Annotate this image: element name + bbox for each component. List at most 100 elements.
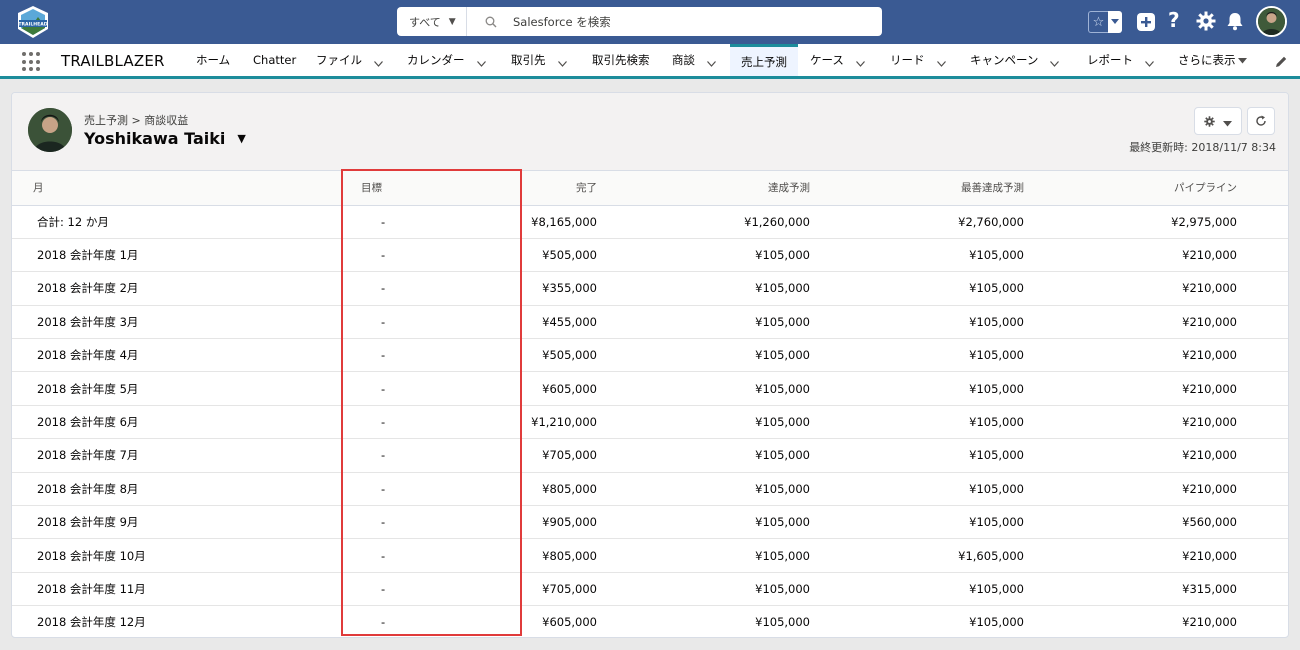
cell-pipeline[interactable]: ¥315,000 (1024, 572, 1237, 607)
column-header-quota[interactable]: 目標 (341, 171, 521, 206)
cell-commit[interactable]: ¥105,000 (597, 438, 810, 473)
table-row[interactable]: 2018 会計年度 6月 - ¥1,210,000 ¥105,000 ¥105,… (12, 405, 1288, 440)
cell-best-case[interactable]: ¥2,760,000 (810, 205, 1024, 239)
chevron-down-icon[interactable] (557, 56, 567, 67)
table-row[interactable]: 2018 会計年度 4月 - ¥505,000 ¥105,000 ¥105,00… (12, 338, 1288, 373)
favorites-menu-button[interactable] (1108, 11, 1122, 33)
cell-month[interactable]: 2018 会計年度 1月 (12, 238, 341, 273)
nav-item-accounts[interactable]: 取引先 (511, 44, 567, 76)
cell-closed[interactable]: ¥805,000 (521, 472, 597, 507)
cell-best-case[interactable]: ¥105,000 (810, 305, 1024, 340)
cell-commit[interactable]: ¥105,000 (597, 405, 810, 440)
cell-month[interactable]: 2018 会計年度 12月 (12, 605, 341, 637)
user-avatar[interactable] (1256, 6, 1287, 37)
search-input[interactable]: Salesforce を検索 (513, 14, 611, 30)
cell-closed[interactable]: ¥8,165,000 (521, 205, 597, 239)
forecast-owner-selector[interactable]: Yoshikawa Taiki ▼ (84, 129, 246, 148)
cell-month[interactable]: 2018 会計年度 4月 (12, 338, 341, 373)
cell-month[interactable]: 2018 会計年度 2月 (12, 271, 341, 306)
cell-quota[interactable]: - (341, 438, 521, 473)
nav-item-cases[interactable]: ケース (810, 44, 865, 76)
cell-closed[interactable]: ¥505,000 (521, 338, 597, 373)
cell-quota[interactable]: - (341, 505, 521, 540)
cell-best-case[interactable]: ¥105,000 (810, 405, 1024, 440)
table-row[interactable]: 2018 会計年度 9月 - ¥905,000 ¥105,000 ¥105,00… (12, 505, 1288, 540)
table-row[interactable]: 2018 会計年度 2月 - ¥355,000 ¥105,000 ¥105,00… (12, 271, 1288, 306)
table-row[interactable]: 2018 会計年度 8月 - ¥805,000 ¥105,000 ¥105,00… (12, 472, 1288, 507)
cell-closed[interactable]: ¥355,000 (521, 271, 597, 306)
cell-commit[interactable]: ¥105,000 (597, 338, 810, 373)
cell-pipeline[interactable]: ¥210,000 (1024, 472, 1237, 507)
cell-closed[interactable]: ¥705,000 (521, 572, 597, 607)
table-row[interactable]: 2018 会計年度 5月 - ¥605,000 ¥105,000 ¥105,00… (12, 371, 1288, 406)
nav-item-opportunities[interactable]: 商談 (672, 44, 716, 76)
table-row[interactable]: 2018 会計年度 7月 - ¥705,000 ¥105,000 ¥105,00… (12, 438, 1288, 473)
column-header-pipeline[interactable]: パイプライン (1024, 171, 1237, 206)
table-row[interactable]: 2018 会計年度 12月 - ¥605,000 ¥105,000 ¥105,0… (12, 605, 1288, 637)
cell-closed[interactable]: ¥505,000 (521, 238, 597, 273)
column-header-month[interactable]: 月 (12, 171, 341, 206)
cell-month[interactable]: 2018 会計年度 3月 (12, 305, 341, 340)
table-row[interactable]: 2018 会計年度 11月 - ¥705,000 ¥105,000 ¥105,0… (12, 572, 1288, 607)
cell-pipeline[interactable]: ¥210,000 (1024, 305, 1237, 340)
cell-closed[interactable]: ¥805,000 (521, 538, 597, 573)
cell-month[interactable]: 2018 会計年度 11月 (12, 572, 341, 607)
trailhead-logo[interactable]: TRAILHEAD (14, 4, 52, 40)
chevron-down-icon[interactable] (936, 56, 946, 67)
chevron-down-icon[interactable] (707, 56, 716, 67)
nav-item-chatter[interactable]: Chatter (253, 44, 296, 76)
search-scope-dropdown[interactable]: すべて ▼ (397, 7, 467, 36)
cell-closed[interactable]: ¥605,000 (521, 371, 597, 406)
cell-closed[interactable]: ¥455,000 (521, 305, 597, 340)
cell-commit[interactable]: ¥105,000 (597, 572, 810, 607)
column-header-commit[interactable]: 達成予測 (597, 171, 810, 206)
caret-down-icon[interactable]: ▼ (237, 132, 245, 145)
cell-commit[interactable]: ¥105,000 (597, 472, 810, 507)
cell-best-case[interactable]: ¥105,000 (810, 572, 1024, 607)
gear-icon[interactable] (1196, 11, 1216, 35)
forecast-settings-button[interactable] (1194, 107, 1242, 135)
cell-best-case[interactable]: ¥105,000 (810, 371, 1024, 406)
column-header-best-case[interactable]: 最善達成予測 (810, 171, 1024, 206)
cell-quota[interactable]: - (341, 205, 521, 239)
nav-item-calendar[interactable]: カレンダー (407, 44, 486, 76)
chevron-down-icon[interactable] (374, 56, 383, 67)
edit-nav-pencil-icon[interactable] (1274, 54, 1288, 73)
chevron-down-icon[interactable] (1050, 56, 1060, 67)
column-header-closed[interactable]: 完了 (521, 171, 597, 206)
cell-quota[interactable]: - (341, 271, 521, 306)
nav-item-reports[interactable]: レポート (1087, 44, 1154, 76)
cell-month[interactable]: 2018 会計年度 6月 (12, 405, 341, 440)
cell-pipeline[interactable]: ¥210,000 (1024, 605, 1237, 637)
cell-month[interactable]: 2018 会計年度 5月 (12, 371, 341, 406)
cell-best-case[interactable]: ¥105,000 (810, 605, 1024, 637)
nav-item-files[interactable]: ファイル (316, 44, 383, 76)
cell-month[interactable]: 2018 会計年度 7月 (12, 438, 341, 473)
chevron-down-icon[interactable] (855, 56, 865, 67)
table-row[interactable]: 2018 会計年度 1月 - ¥505,000 ¥105,000 ¥105,00… (12, 238, 1288, 273)
cell-pipeline[interactable]: ¥210,000 (1024, 338, 1237, 373)
cell-commit[interactable]: ¥105,000 (597, 605, 810, 637)
favorites-star-icon[interactable]: ☆ (1088, 11, 1108, 33)
nav-item-leads[interactable]: リード (890, 44, 946, 76)
cell-quota[interactable]: - (341, 238, 521, 273)
cell-pipeline[interactable]: ¥210,000 (1024, 405, 1237, 440)
refresh-button[interactable] (1247, 107, 1275, 135)
cell-quota[interactable]: - (341, 338, 521, 373)
cell-commit[interactable]: ¥105,000 (597, 305, 810, 340)
bell-icon[interactable] (1226, 11, 1244, 35)
cell-commit[interactable]: ¥105,000 (597, 238, 810, 273)
cell-commit[interactable]: ¥105,000 (597, 538, 810, 573)
nav-item-more[interactable]: さらに表示 (1178, 44, 1247, 76)
cell-pipeline[interactable]: ¥210,000 (1024, 438, 1237, 473)
cell-best-case[interactable]: ¥105,000 (810, 271, 1024, 306)
cell-quota[interactable]: - (341, 538, 521, 573)
cell-closed[interactable]: ¥605,000 (521, 605, 597, 637)
cell-quota[interactable]: - (341, 605, 521, 637)
cell-closed[interactable]: ¥705,000 (521, 438, 597, 473)
cell-quota[interactable]: - (341, 572, 521, 607)
nav-item-account-search[interactable]: 取引先検索 (592, 44, 650, 76)
cell-best-case[interactable]: ¥105,000 (810, 472, 1024, 507)
cell-commit[interactable]: ¥105,000 (597, 505, 810, 540)
chevron-down-icon[interactable] (1145, 56, 1154, 67)
